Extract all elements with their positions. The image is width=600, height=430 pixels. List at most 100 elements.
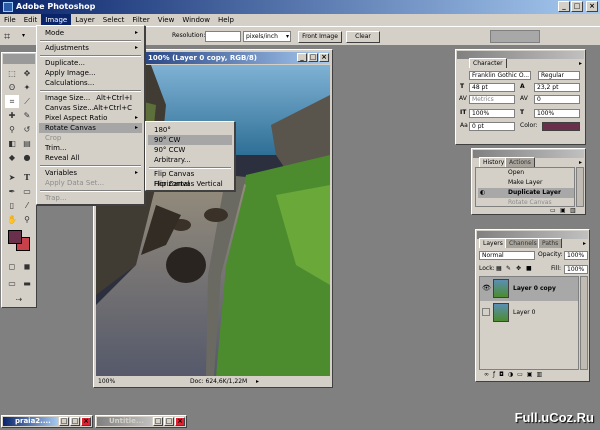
palette-menu-arrow-icon[interactable]: ▸ [583,240,586,247]
jump-to-imageready-icon[interactable]: ⇢ [12,293,26,306]
history-item-selected[interactable]: ◐ Duplicate Layer [478,188,574,198]
lock-all-icon[interactable]: ■ [526,264,532,273]
trash-icon[interactable]: ▥ [570,207,576,214]
link-layers-icon[interactable]: ∞ [484,371,493,378]
tab-history[interactable]: History [479,157,509,167]
tab-layers[interactable]: Layers [479,238,507,248]
history-item[interactable]: Open [478,168,574,178]
minimized-window-untitled[interactable]: Untitle... □ □ × [95,415,187,428]
slice-tool-icon[interactable]: ⟋ [20,95,34,108]
type-tool-icon[interactable]: T [20,171,34,184]
stamp-tool-icon[interactable]: ⚲ [5,123,19,136]
menu-item-arbitrary[interactable]: Arbitrary... [148,155,232,165]
lasso-tool-icon[interactable]: ʘ [5,81,19,94]
menu-help[interactable]: Help [214,14,238,26]
menu-item-duplicate[interactable]: Duplicate... [39,58,142,68]
status-arrow-icon[interactable]: ▸ [256,377,259,386]
menu-item-rotate-180[interactable]: 180° [148,125,232,135]
dodge-tool-icon[interactable]: ● [20,151,34,164]
restore-icon[interactable]: □ [59,417,69,426]
close-icon[interactable]: × [586,1,598,12]
vertical-scale-field[interactable]: 100% [469,109,515,118]
minimized-window-praia2[interactable]: praia2.... □ □ × [1,415,93,428]
menu-item-rotate-90-cw[interactable]: 90° CW [148,135,232,145]
marquee-tool-icon[interactable]: ⬚ [5,67,19,80]
font-style-select[interactable]: Regular [538,71,580,80]
layer-row[interactable]: Layer 0 [480,301,578,325]
trash-icon[interactable]: ▥ [536,371,546,378]
menu-item-canvas-size[interactable]: Canvas Size... Alt+Ctrl+C [39,103,142,113]
blur-tool-icon[interactable]: ◆ [5,151,19,164]
opacity-field[interactable]: 100% [564,251,588,260]
move-tool-icon[interactable]: ✥ [20,67,34,80]
new-snapshot-icon[interactable]: ▣ [560,207,566,214]
history-scrollbar[interactable] [576,167,584,207]
maximize-icon[interactable]: □ [164,417,174,426]
shape-tool-icon[interactable]: ▭ [20,185,34,198]
menu-item-adjustments[interactable]: Adjustments ▸ [39,43,142,53]
resolution-field[interactable] [205,31,241,42]
maximize-icon[interactable]: □ [571,1,583,12]
crop-tool-icon[interactable]: ⌗ [5,95,19,108]
tool-preset-arrow-icon[interactable]: ▾ [22,32,25,39]
new-group-icon[interactable]: ▭ [517,371,527,378]
layer-row-selected[interactable]: 👁 Layer 0 copy [480,277,578,301]
restore-icon[interactable]: □ [153,417,163,426]
menu-item-apply-image[interactable]: Apply Image... [39,68,142,78]
menu-item-image-size[interactable]: Image Size... Alt+Ctrl+I [39,93,142,103]
units-select[interactable]: pixels/inch ▾ [243,31,291,42]
tab-actions[interactable]: Actions [505,157,535,167]
palette-menu-arrow-icon[interactable]: ▸ [579,60,582,67]
pen-tool-icon[interactable]: ✒ [5,185,19,198]
menu-item-flip-horizontal[interactable]: Flip Canvas Horizontal [148,169,232,188]
menu-item-rotate-90-ccw[interactable]: 90° CCW [148,145,232,155]
clear-button[interactable]: Clear [346,31,380,43]
gradient-tool-icon[interactable]: ▤ [20,137,34,150]
tab-paths[interactable]: Paths [538,238,563,248]
menu-item-calculations[interactable]: Calculations... [39,78,142,88]
foreground-color-swatch[interactable] [8,230,22,244]
leading-field[interactable]: 23,2 pt [534,83,580,92]
close-icon[interactable]: × [81,417,91,426]
font-size-field[interactable]: 48 pt [469,83,515,92]
layers-scrollbar[interactable] [580,276,588,370]
eraser-tool-icon[interactable]: ◧ [5,137,19,150]
eye-icon[interactable]: 👁 [482,284,491,292]
font-family-select[interactable]: Franklin Gothic O... [469,71,531,80]
lock-position-icon[interactable]: ✥ [516,264,521,273]
quick-mask-icon[interactable]: ◻ [5,260,19,273]
tracking-field[interactable]: 0 [534,95,580,104]
magic-wand-tool-icon[interactable]: ✦ [20,81,34,94]
eye-icon[interactable] [482,308,490,316]
menu-item-variables[interactable]: Variables ▸ [39,168,142,178]
close-icon[interactable]: × [175,417,185,426]
history-item[interactable]: Make Layer [478,178,574,188]
notes-tool-icon[interactable]: ▯ [5,199,19,212]
palette-well[interactable] [490,30,540,43]
eyedropper-tool-icon[interactable]: ⁄ [20,199,34,212]
front-image-button[interactable]: Front Image [298,31,342,43]
menu-item-rotate-canvas[interactable]: Rotate Canvas ▸ [39,123,142,133]
kerning-field[interactable]: Metrics [469,95,515,104]
crop-tool-icon[interactable]: ⌗ [4,30,22,43]
history-brush-icon[interactable]: ↺ [20,123,34,136]
menu-item-trim[interactable]: Trim... [39,143,142,153]
maximize-icon[interactable]: □ [70,417,80,426]
menu-view[interactable]: View [154,14,179,26]
lock-pixels-icon[interactable]: ✎ [506,264,511,273]
adjustment-layer-icon[interactable]: ◑ [508,371,517,378]
new-document-icon[interactable]: ▭ [550,207,556,214]
menu-window[interactable]: Window [178,14,214,26]
menu-file[interactable]: File [0,14,20,26]
tab-channels[interactable]: Channels [505,238,541,248]
tab-character[interactable]: Character [469,58,507,68]
healing-brush-icon[interactable]: ✚ [5,109,19,122]
menu-item-reveal-all[interactable]: Reveal All [39,153,142,163]
screen-mode-icon[interactable]: ▭ [5,277,19,290]
brush-tool-icon[interactable]: ✎ [20,109,34,122]
hand-tool-icon[interactable]: ✋ [5,213,19,226]
menu-item-pixel-aspect-ratio[interactable]: Pixel Aspect Ratio ▸ [39,113,142,123]
minimize-icon[interactable]: _ [558,1,570,12]
zoom-level[interactable]: 100% [98,377,115,386]
doc-close-icon[interactable]: × [319,53,329,62]
